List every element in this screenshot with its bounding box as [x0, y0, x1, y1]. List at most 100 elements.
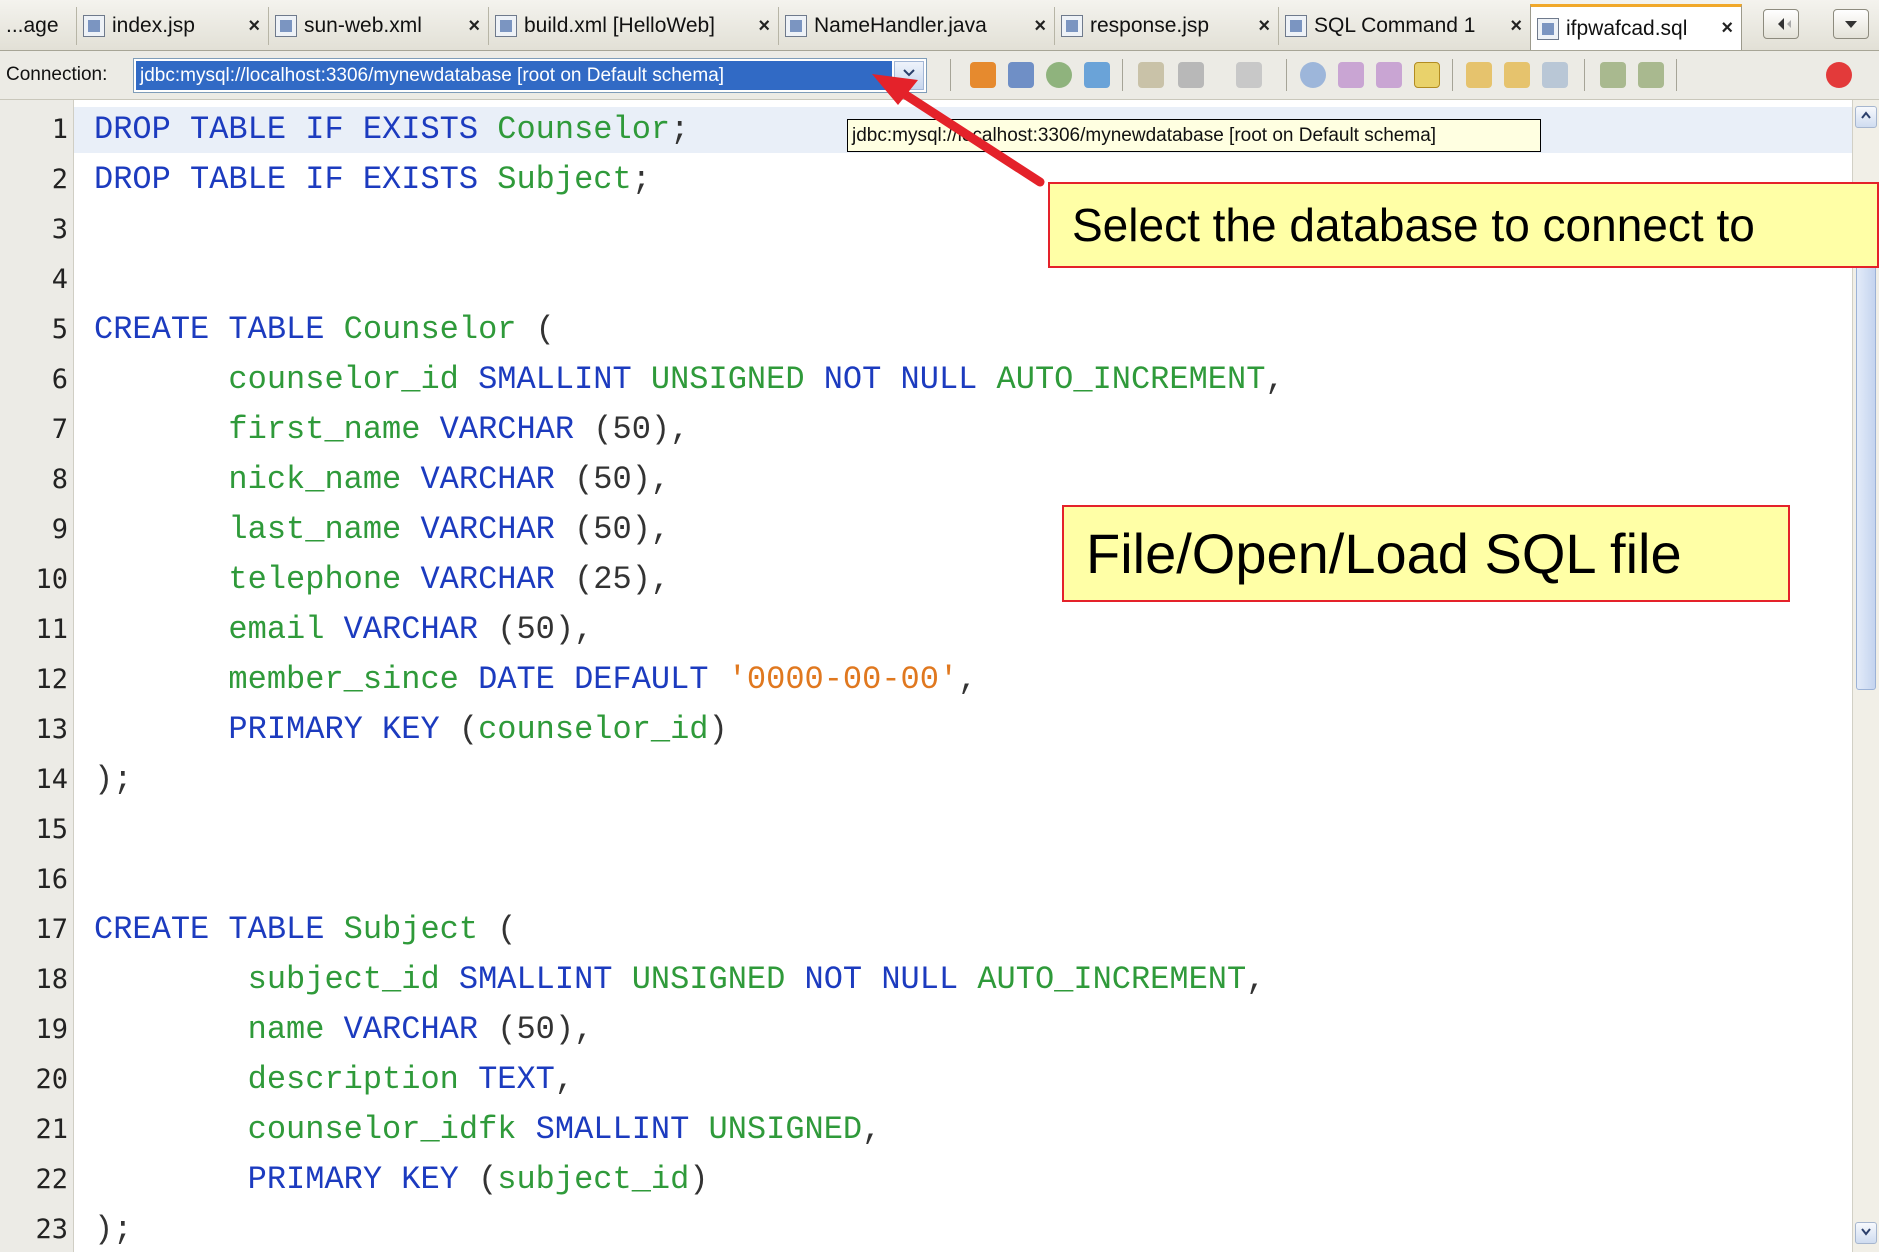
code-line[interactable]: telephone VARCHAR (25), — [94, 557, 670, 603]
close-icon[interactable]: × — [1510, 15, 1522, 38]
jsp-file-icon — [83, 15, 105, 37]
tab-label: response.jsp — [1090, 14, 1210, 37]
line-number: 23 — [35, 1214, 68, 1245]
sql-punctuation — [94, 1111, 248, 1148]
code-line[interactable]: PRIMARY KEY (subject_id) — [94, 1157, 709, 1203]
sql-punctuation: ; — [670, 111, 690, 148]
connection-dropdown-button[interactable] — [894, 61, 924, 90]
code-line[interactable]: counselor_id SMALLINT UNSIGNED NOT NULL … — [94, 357, 1284, 403]
code-line[interactable]: subject_id SMALLINT UNSIGNED NOT NULL AU… — [94, 957, 1266, 1003]
sql-identifier: subject_id — [247, 961, 440, 998]
callout-select-database: Select the database to connect to — [1048, 182, 1879, 268]
close-icon[interactable]: × — [758, 15, 770, 38]
sql-identifier: email — [228, 611, 325, 648]
line-number: 13 — [35, 714, 68, 745]
sql-identifier: UNSIGNED — [708, 1111, 863, 1148]
code-line[interactable]: first_name VARCHAR (50), — [94, 407, 689, 453]
sql-punctuation: (25), — [574, 561, 671, 598]
code-line[interactable]: name VARCHAR (50), — [94, 1007, 594, 1053]
line-number: 6 — [51, 364, 68, 395]
tab-build-xml[interactable]: build.xml [HelloWeb] × — [488, 7, 778, 45]
code-line[interactable]: last_name VARCHAR (50), — [94, 507, 670, 553]
sql-keyword: CREATE TABLE — [94, 311, 344, 348]
sql-punctuation — [94, 361, 228, 398]
sql-punctuation — [94, 961, 248, 998]
next-icon[interactable] — [1236, 62, 1262, 88]
tab-response-jsp[interactable]: response.jsp × — [1054, 7, 1278, 45]
scroll-tabs-left-button[interactable] — [1763, 9, 1799, 39]
code-line[interactable]: email VARCHAR (50), — [94, 607, 593, 653]
close-icon[interactable]: × — [1721, 17, 1733, 40]
find-next-icon[interactable] — [1376, 62, 1402, 88]
sql-punctuation — [94, 661, 228, 698]
tab-namehandler-java[interactable]: NameHandler.java × — [778, 7, 1054, 45]
code-line[interactable]: CREATE TABLE Subject ( — [94, 907, 516, 953]
previous-icon[interactable] — [1178, 62, 1204, 88]
sql-identifier: name — [247, 1011, 325, 1048]
code-line[interactable]: counselor_idfk SMALLINT UNSIGNED, — [94, 1107, 882, 1153]
tab-sql-command-1[interactable]: SQL Command 1 × — [1278, 7, 1530, 45]
tab-sun-web-xml[interactable]: sun-web.xml × — [268, 7, 488, 45]
sql-punctuation: ); — [94, 1211, 133, 1248]
connection-selected-value[interactable]: jdbc:mysql://localhost:3306/mynewdatabas… — [136, 61, 892, 90]
code-line[interactable]: member_since DATE DEFAULT '0000-00-00', — [94, 657, 977, 703]
shift-right-icon[interactable] — [1638, 62, 1664, 88]
code-line[interactable]: nick_name VARCHAR (50), — [94, 457, 670, 503]
sql-punctuation: (50), — [593, 411, 690, 448]
scrollbar-thumb[interactable] — [1856, 230, 1876, 690]
next-bookmark-icon[interactable] — [1504, 62, 1530, 88]
line-number: 7 — [51, 414, 68, 445]
toggle-bookmark-icon[interactable] — [1542, 62, 1568, 88]
chevron-left-icon — [1778, 18, 1791, 30]
sql-punctuation: ( — [458, 711, 479, 748]
close-icon[interactable]: × — [1258, 15, 1270, 38]
code-line[interactable]: ); — [94, 757, 132, 803]
sql-string: '0000-00-00' — [727, 661, 959, 698]
sql-identifier: Subject — [497, 161, 632, 198]
code-line[interactable]: DROP TABLE IF EXISTS Subject; — [94, 157, 651, 203]
toolbar-separator — [1584, 59, 1585, 91]
tab-page[interactable]: ...age — [0, 7, 76, 45]
connection-label: Connection: — [6, 64, 108, 85]
connect-icon[interactable] — [1084, 62, 1110, 88]
sql-editor-toolbar: Connection: jdbc:mysql://localhost:3306/… — [0, 51, 1879, 100]
back-icon[interactable] — [1138, 62, 1164, 88]
close-icon[interactable]: × — [248, 15, 260, 38]
search-icon[interactable] — [1300, 62, 1326, 88]
sql-punctuation: ( — [478, 1161, 498, 1198]
shift-left-icon[interactable] — [1600, 62, 1626, 88]
tab-ifpwafcad-sql[interactable]: ifpwafcad.sql × — [1530, 4, 1742, 50]
sql-identifier: telephone — [228, 561, 402, 598]
connection-select[interactable]: jdbc:mysql://localhost:3306/mynewdatabas… — [133, 58, 927, 93]
find-previous-icon[interactable] — [1338, 62, 1364, 88]
scroll-up-button[interactable] — [1855, 106, 1877, 128]
tab-list-dropdown-button[interactable] — [1833, 9, 1869, 39]
code-line[interactable]: ); — [94, 1207, 132, 1253]
toolbar-separator — [1676, 59, 1677, 91]
run-sql-icon[interactable] — [970, 62, 996, 88]
close-icon[interactable]: × — [468, 15, 480, 38]
sql-punctuation — [94, 1011, 248, 1048]
tab-index-jsp[interactable]: index.jsp × — [76, 7, 268, 45]
sql-identifier: UNSIGNED — [631, 961, 786, 998]
vertical-scrollbar[interactable] — [1852, 100, 1879, 1252]
previous-bookmark-icon[interactable] — [1466, 62, 1492, 88]
sql-identifier: subject_id — [497, 1161, 690, 1198]
sql-file-icon — [1285, 15, 1307, 37]
history-icon[interactable] — [1046, 62, 1072, 88]
close-icon[interactable]: × — [1034, 15, 1046, 38]
code-line[interactable]: DROP TABLE IF EXISTS Counselor; — [94, 107, 689, 153]
callout-load-sql-file: File/Open/Load SQL file — [1062, 505, 1790, 602]
java-file-icon — [785, 15, 807, 37]
code-line[interactable]: CREATE TABLE Counselor ( — [94, 307, 555, 353]
code-line[interactable]: PRIMARY KEY (counselor_id) — [94, 707, 727, 753]
toggle-highlight-icon[interactable] — [1414, 62, 1440, 88]
code-line[interactable]: description TEXT, — [94, 1057, 574, 1103]
scroll-down-button[interactable] — [1855, 1222, 1877, 1244]
sql-punctuation — [94, 1061, 248, 1098]
sql-identifier: Subject — [343, 911, 479, 948]
run-statement-icon[interactable] — [1008, 62, 1034, 88]
sql-keyword: PRIMARY KEY — [247, 1161, 479, 1198]
record-macro-icon[interactable] — [1826, 62, 1852, 88]
tab-label: ifpwafcad.sql — [1566, 16, 1688, 40]
